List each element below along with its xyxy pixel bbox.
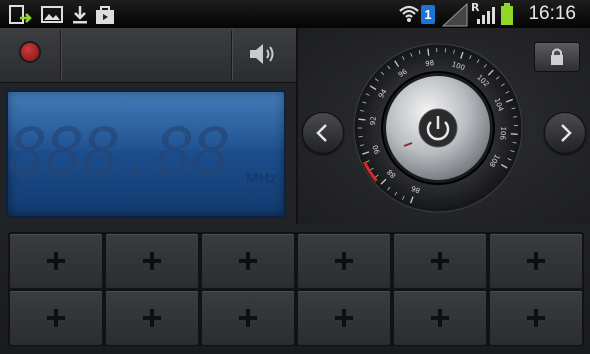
preset-slot[interactable] [490, 234, 582, 288]
preset-slot[interactable] [202, 291, 294, 345]
download-icon [73, 6, 87, 24]
preset-slot[interactable] [298, 291, 390, 345]
plus-icon [335, 252, 353, 270]
dial-tick [358, 118, 366, 121]
dial-label: 98 [425, 59, 435, 68]
prev-station-button[interactable] [302, 112, 344, 154]
chevron-left-icon [316, 124, 327, 142]
dial-tick [513, 116, 518, 118]
signal-icon [442, 3, 468, 27]
speaker-icon [250, 44, 274, 64]
plus-icon [143, 309, 161, 327]
status-bar: 1 R 16:16 [0, 0, 590, 28]
plus-icon [47, 309, 65, 327]
signal-icon [477, 7, 495, 24]
volume-button[interactable] [232, 28, 296, 82]
battery-icon [501, 3, 513, 25]
preset-slot[interactable] [10, 234, 102, 288]
plus-icon [431, 309, 449, 327]
wifi-icon [399, 5, 419, 22]
divider [60, 30, 61, 80]
preset-slot[interactable] [202, 234, 294, 288]
sim-badge: 1 [421, 5, 435, 24]
plus-icon [527, 252, 545, 270]
preset-slot[interactable] [106, 234, 198, 288]
frequency-digits: 888.88 [8, 114, 231, 191]
preset-slot[interactable] [106, 291, 198, 345]
plus-icon [527, 309, 545, 327]
shopping-bag-icon [96, 6, 114, 24]
next-station-button[interactable] [544, 112, 586, 154]
plus-icon [239, 309, 257, 327]
preset-grid [8, 232, 584, 346]
lock-button[interactable] [534, 42, 580, 72]
screen-sync-icon [9, 5, 32, 24]
record-button[interactable] [0, 28, 60, 82]
lock-icon [551, 48, 563, 65]
clock: 16:16 [528, 3, 576, 24]
dial-label: 106 [498, 126, 507, 140]
preset-slot[interactable] [394, 234, 486, 288]
dial-label: 92 [369, 116, 378, 126]
chevron-right-icon [561, 124, 572, 142]
dial-tick [510, 133, 518, 136]
preset-slot[interactable] [298, 234, 390, 288]
frequency-display: 888.88 MHz [6, 90, 286, 218]
gallery-icon [41, 6, 63, 23]
plus-icon [239, 252, 257, 270]
frequency-unit: MHz [246, 170, 277, 187]
plus-icon [335, 309, 353, 327]
preset-slot[interactable] [490, 291, 582, 345]
plus-icon [143, 252, 161, 270]
tuning-dial[interactable]: 86889092949698 100102104106108 [352, 42, 524, 214]
plus-icon [47, 252, 65, 270]
plus-icon [431, 252, 449, 270]
record-icon [21, 43, 39, 61]
dial-tick [427, 48, 430, 56]
preset-slot[interactable] [10, 291, 102, 345]
preset-slot[interactable] [394, 291, 486, 345]
